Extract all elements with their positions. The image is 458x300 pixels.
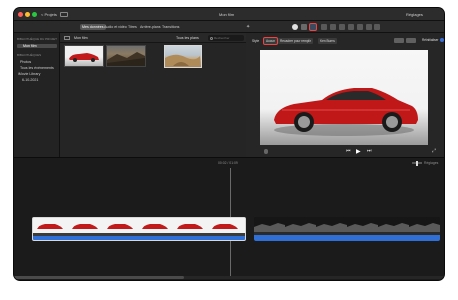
- noise-reduction-icon[interactable]: [339, 24, 345, 30]
- clip-thumbnail[interactable]: [64, 45, 104, 67]
- skip-back-icon[interactable]: ⏮: [346, 148, 351, 154]
- search-input[interactable]: Rechercher: [208, 35, 244, 41]
- imovie-window: < Projets Mon film Réglages Mes données …: [14, 8, 444, 280]
- video-preview: [260, 50, 428, 145]
- project-library-heading: BIBLIOTHÈQUE DU PROJET: [17, 37, 58, 41]
- rotate-left-button[interactable]: [394, 38, 404, 43]
- sidebar-item-photos[interactable]: Photos: [20, 60, 31, 64]
- play-icon[interactable]: ▶: [356, 148, 361, 155]
- tab-titles[interactable]: Titres: [126, 24, 139, 30]
- reset-button[interactable]: Réinitialiser: [422, 38, 438, 42]
- clip-thumbnail[interactable]: [106, 45, 146, 67]
- fullscreen-icon[interactable]: ⤢: [432, 148, 436, 154]
- crop-icon[interactable]: [310, 24, 316, 30]
- tab-audio-video[interactable]: Audio et vidéo: [102, 24, 129, 30]
- sidebar-toggle-icon[interactable]: [60, 12, 68, 17]
- desert-image: [165, 54, 200, 66]
- libraries-heading: BIBLIOTHÈQUES: [17, 53, 42, 57]
- rotate-right-button[interactable]: [406, 38, 416, 43]
- timecode: 00:02 / 01:09: [218, 161, 238, 165]
- audio-waveform: [33, 236, 245, 240]
- color-balance-icon[interactable]: [292, 24, 298, 30]
- share-icon[interactable]: [374, 24, 380, 30]
- timeline-clip-selected[interactable]: [32, 217, 246, 241]
- zoom-window-icon[interactable]: [32, 12, 37, 17]
- back-to-projects-link[interactable]: < Projets: [41, 12, 57, 17]
- clip-filter-icon[interactable]: [357, 24, 363, 30]
- landscape-image: [107, 52, 145, 66]
- zoom-slider-handle[interactable]: [416, 160, 418, 166]
- speed-icon[interactable]: [348, 24, 354, 30]
- crop-none-button[interactable]: Aucun: [264, 38, 278, 44]
- preview-car-image: [260, 50, 428, 145]
- browser-sidebar-icon[interactable]: [64, 36, 70, 40]
- sidebar-item-project[interactable]: Mon film: [17, 44, 57, 48]
- minimize-window-icon[interactable]: [25, 12, 30, 17]
- ken-burns-button[interactable]: Ken Burns: [318, 38, 337, 44]
- sidebar-item-label: Mon film: [23, 44, 37, 48]
- timeline-scrollbar[interactable]: [14, 276, 444, 279]
- close-window-icon[interactable]: [18, 12, 23, 17]
- sidebar-item-label: iMovie Library: [18, 72, 41, 76]
- timeline-scrollbar-thumb[interactable]: [14, 276, 184, 279]
- skip-forward-icon[interactable]: ⏭: [367, 148, 372, 154]
- browser-header: Mon film Tous les plans Rechercher: [60, 33, 246, 43]
- sidebar-item-label: Tous les événements: [20, 66, 54, 70]
- sidebar-item-imovie-library[interactable]: iMovie Library: [18, 72, 40, 76]
- media-toolbar: Mes données Audio et vidéo Titres Arrièr…: [14, 21, 444, 33]
- timeline: 00:02 / 01:09 Réglages: [14, 157, 444, 280]
- title-bar: < Projets Mon film Réglages: [14, 8, 444, 21]
- clip-filter-dropdown[interactable]: Tous les plans: [176, 36, 199, 40]
- microphone-icon[interactable]: [264, 149, 268, 154]
- red-car-image: [69, 53, 99, 62]
- browser-title: Mon film: [74, 36, 88, 40]
- magic-wand-icon[interactable]: ✦: [246, 24, 252, 30]
- sidebar-item-all-events[interactable]: Tous les événements: [20, 66, 54, 70]
- apply-icon[interactable]: [440, 38, 444, 42]
- filmstrip-frames: [33, 218, 245, 233]
- timeline-settings[interactable]: Réglages: [424, 161, 438, 165]
- sidebar-item-event-date[interactable]: 6-10-2021: [22, 78, 38, 82]
- audio-waveform: [254, 235, 440, 241]
- info-icon[interactable]: [366, 24, 372, 30]
- volume-icon[interactable]: [330, 24, 336, 30]
- window-title: Mon film: [219, 12, 235, 17]
- stabilization-icon[interactable]: [321, 24, 327, 30]
- color-correction-icon[interactable]: [301, 24, 307, 30]
- viewer: Style Aucun Recadrer pour remplir Ken Bu…: [246, 33, 444, 157]
- crop-style-label: Style: [252, 39, 260, 43]
- filmstrip-frames: [254, 217, 440, 232]
- settings-link[interactable]: Réglages: [406, 12, 423, 17]
- search-placeholder: Rechercher: [214, 36, 230, 40]
- sidebar-item-label: 6-10-2021: [22, 78, 39, 82]
- library-sidebar: BIBLIOTHÈQUE DU PROJET Mon film BIBLIOTH…: [14, 33, 60, 157]
- crop-to-fill-button[interactable]: Recadrer pour remplir: [278, 38, 314, 44]
- tab-backgrounds[interactable]: Arrière-plans: [138, 24, 163, 30]
- timeline-clip[interactable]: [254, 217, 440, 241]
- tab-transitions[interactable]: Transitions: [160, 24, 181, 30]
- sidebar-item-label: Photos: [20, 60, 32, 64]
- clip-thumbnail-selected[interactable]: [164, 45, 202, 68]
- clip-filmstrip: [33, 218, 245, 233]
- media-browser: Mon film Tous les plans Rechercher: [60, 33, 246, 157]
- search-icon: [210, 36, 213, 40]
